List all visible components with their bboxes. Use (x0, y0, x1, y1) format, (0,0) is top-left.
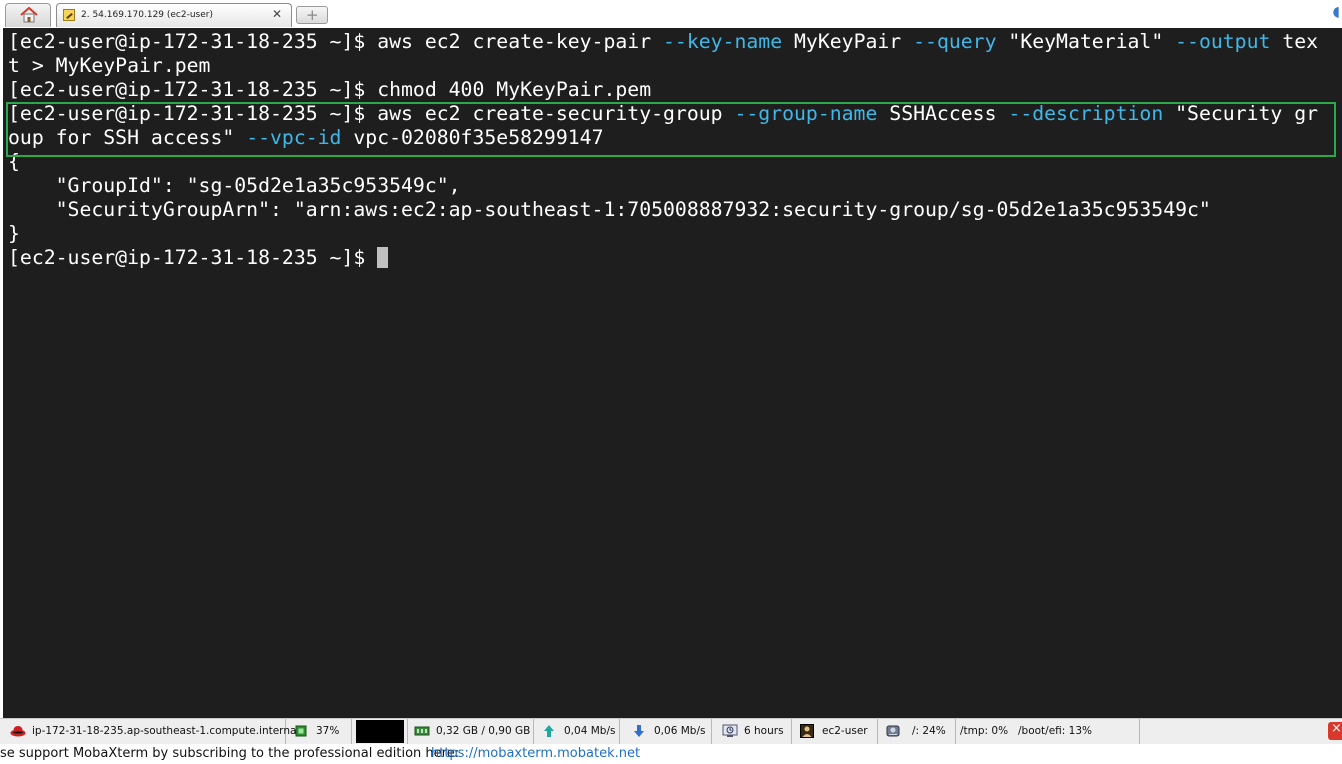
terminal-prompt-line: [ec2-user@ip-172-31-18-235 ~]$ (8, 246, 389, 270)
user-icon (800, 724, 814, 738)
ssh-session-icon (63, 9, 75, 21)
upload-arrow-icon (542, 724, 556, 738)
terminal-line: } (8, 222, 20, 246)
command-flag: --output (1175, 30, 1271, 53)
terminal-text: "KeyMaterial" (996, 30, 1176, 53)
scroll-indicator-icon: ◖ (1332, 4, 1340, 20)
terminal-output[interactable]: [ec2-user@ip-172-31-18-235 ~]$ aws ec2 c… (3, 28, 1342, 718)
status-memory[interactable]: 0,32 GB / 0,90 GB (408, 719, 534, 744)
terminal-text: tex (1270, 30, 1319, 53)
text-cursor (377, 247, 389, 268)
status-disk-tmp[interactable]: /tmp: 0% (956, 719, 1012, 744)
terminal-line: [ec2-user@ip-172-31-18-235 ~]$ aws ec2 c… (8, 30, 1318, 54)
tab-session-title: 2. 54.169.170.129 (ec2-user) (81, 10, 213, 20)
status-uptime[interactable]: 6 hours (712, 719, 792, 744)
redhat-icon (10, 724, 26, 738)
close-icon[interactable] (1328, 721, 1342, 740)
banner-text: se support MobaXterm by subscribing to t… (0, 746, 460, 761)
status-disk-tmp-text: /tmp: 0% (960, 725, 1009, 737)
home-tab[interactable] (5, 3, 51, 27)
clock-monitor-icon (722, 724, 738, 738)
status-disk-boot[interactable]: /boot/efi: 13% (1012, 719, 1140, 744)
status-memory-text: 0,32 GB / 0,90 GB (436, 725, 531, 737)
terminal-text: } (8, 222, 20, 245)
status-upload-text: 0,04 Mb/s (564, 725, 616, 737)
prompt-text: [ec2-user@ip-172-31-18-235 ~]$ (8, 246, 378, 269)
terminal-line: t > MyKeyPair.pem (8, 54, 210, 78)
plus-icon: + (306, 6, 319, 24)
terminal-text: "GroupId": "sg-05d2e1a35c953549c", (8, 174, 461, 197)
status-disk-boot-text: /boot/efi: 13% (1018, 725, 1092, 737)
new-tab-button[interactable]: + (296, 6, 328, 24)
cpu-graph (352, 719, 408, 744)
status-disk-root-text: /: 24% (912, 725, 946, 737)
terminal-line: "GroupId": "sg-05d2e1a35c953549c", (8, 174, 461, 198)
terminal-text: [ec2-user@ip-172-31-18-235 ~]$ aws ec2 c… (8, 30, 664, 53)
status-bar: ip-172-31-18-235.ap-southeast-1.compute.… (0, 718, 1342, 744)
command-flag: --query (913, 30, 997, 53)
status-uptime-text: 6 hours (744, 725, 784, 737)
terminal-text: "SecurityGroupArn": "arn:aws:ec2:ap-sout… (8, 198, 1211, 221)
tab-close-icon[interactable]: ✕ (272, 7, 282, 21)
status-cpu[interactable]: 37% (286, 719, 352, 744)
status-disk-root[interactable]: /: 24% (878, 719, 956, 744)
status-download-text: 0,06 Mb/s (654, 725, 706, 737)
status-upload[interactable]: 0,04 Mb/s (534, 719, 620, 744)
cpu-icon (294, 724, 308, 738)
command-highlight-box (6, 102, 1336, 157)
terminal-text: [ec2-user@ip-172-31-18-235 ~]$ chmod 400… (8, 78, 652, 101)
terminal-line: [ec2-user@ip-172-31-18-235 ~]$ chmod 400… (8, 78, 651, 102)
disk-icon (886, 724, 900, 738)
home-icon (20, 7, 38, 23)
status-user[interactable]: ec2-user (792, 719, 878, 744)
status-host[interactable]: ip-172-31-18-235.ap-southeast-1.compute.… (0, 719, 299, 744)
status-download[interactable]: 0,06 Mb/s (620, 719, 712, 744)
memory-icon (414, 724, 430, 738)
terminal-text: MyKeyPair (782, 30, 914, 53)
banner-link[interactable]: https://mobaxterm.mobatek.net (431, 746, 640, 761)
download-arrow-icon (632, 724, 646, 738)
tab-session[interactable]: 2. 54.169.170.129 (ec2-user) ✕ (56, 3, 292, 27)
terminal-line: "SecurityGroupArn": "arn:aws:ec2:ap-sout… (8, 198, 1211, 222)
command-flag: --key-name (663, 30, 783, 53)
tab-bar: 2. 54.169.170.129 (ec2-user) ✕ + ◖ (0, 0, 1342, 28)
terminal-text: t > MyKeyPair.pem (8, 54, 211, 77)
status-user-text: ec2-user (822, 725, 868, 737)
support-banner: se support MobaXterm by subscribing to t… (0, 744, 1342, 764)
status-cpu-text: 37% (316, 725, 340, 737)
status-host-text: ip-172-31-18-235.ap-southeast-1.compute.… (32, 725, 300, 737)
